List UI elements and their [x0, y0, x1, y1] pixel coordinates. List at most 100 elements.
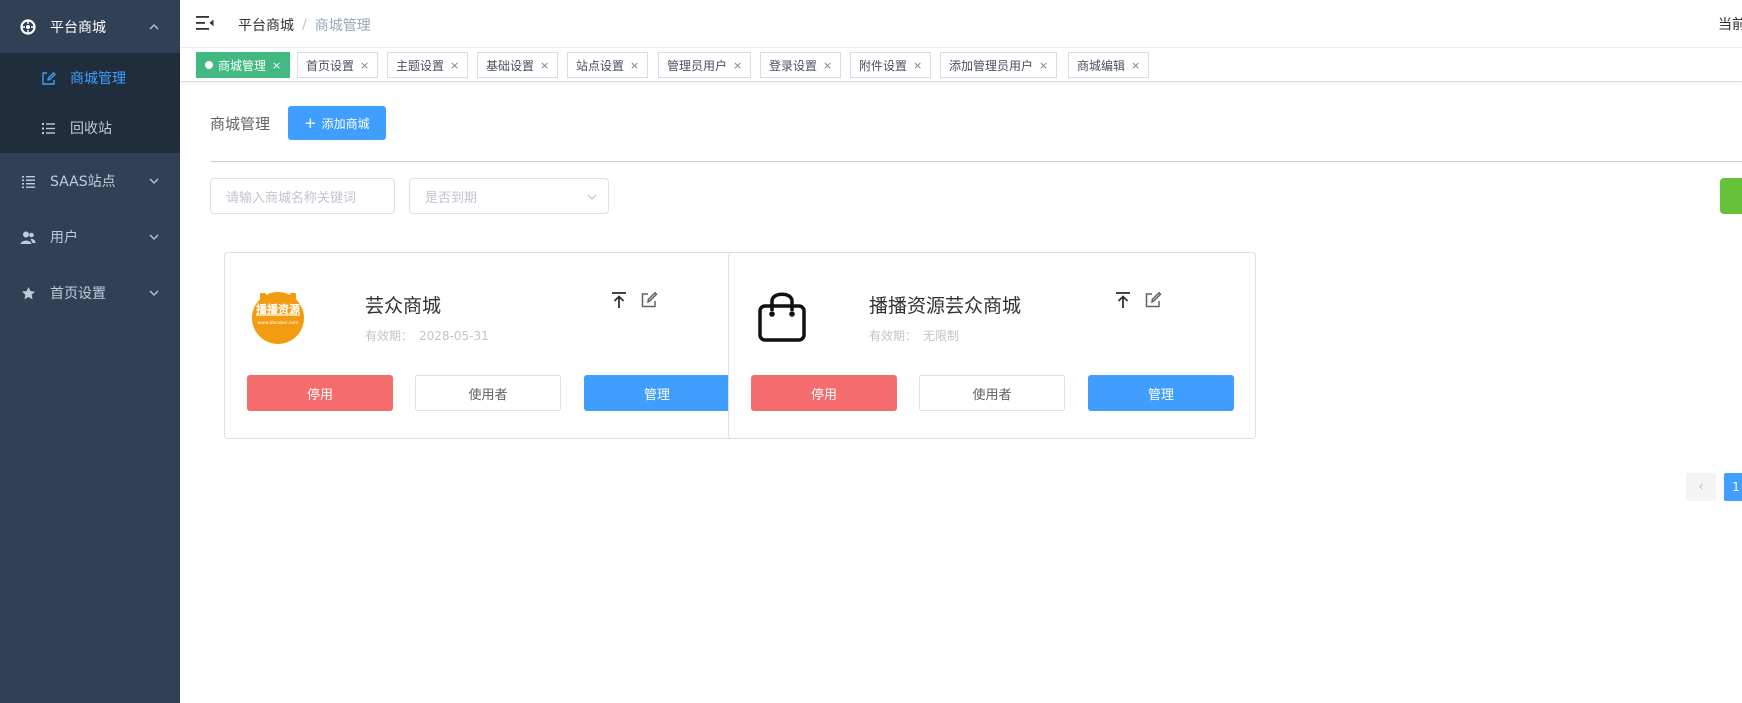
- close-icon[interactable]: ×: [360, 59, 369, 72]
- expiry-label: 有效期：: [365, 329, 414, 343]
- sidebar: 平台商城 商城管理 回收站 SAAS站点 用户 首页设置: [0, 0, 180, 703]
- page-title: 商城管理: [210, 114, 271, 133]
- expiry-label: 有效期：: [869, 329, 918, 343]
- divider: [210, 161, 1742, 162]
- breadcrumb-separator: /: [302, 17, 307, 33]
- menu-fold-icon[interactable]: [196, 14, 214, 32]
- manage-button[interactable]: 管理: [584, 375, 730, 411]
- aperture-icon: [20, 18, 36, 35]
- chevron-up-icon: [149, 23, 159, 29]
- navbar: 平台商城 / 商城管理 当前: [180, 0, 1742, 48]
- close-icon[interactable]: ×: [1131, 59, 1140, 72]
- disable-button[interactable]: 停用: [751, 375, 897, 411]
- breadcrumb: 平台商城 / 商城管理: [238, 15, 371, 35]
- tag-admin-users[interactable]: 管理员用户 ×: [658, 52, 752, 78]
- sidebar-item-mall-management[interactable]: 商城管理: [0, 53, 180, 103]
- tag-label: 登录设置: [769, 58, 818, 73]
- close-icon[interactable]: ×: [733, 59, 742, 72]
- plus-icon: +: [304, 114, 317, 132]
- users-button[interactable]: 使用者: [919, 375, 1065, 411]
- close-icon[interactable]: ×: [272, 59, 281, 72]
- tag-label: 附件设置: [859, 58, 908, 73]
- star-icon: [20, 285, 36, 301]
- mall-name: 播播资源芸众商城: [869, 295, 1022, 317]
- users-button[interactable]: 使用者: [415, 375, 561, 411]
- app: 平台商城 商城管理 回收站 SAAS站点 用户 首页设置 平台商城 / 商城管理…: [0, 0, 1742, 703]
- tag-mall-edit[interactable]: 商城编辑 ×: [1068, 52, 1150, 78]
- search-button[interactable]: [1720, 178, 1742, 214]
- list-icon: [20, 173, 36, 189]
- edit-icon[interactable]: [640, 291, 658, 309]
- tag-label: 添加管理员用户: [949, 58, 1034, 73]
- expiry-value: 无限制: [923, 329, 960, 343]
- page-header: 商城管理 + 添加商城: [210, 106, 386, 140]
- sidebar-item-label: 平台商城: [50, 19, 106, 36]
- mall-card: 播播资源 www.bbsuber.com 芸众商城 有效期： 2028-05-31…: [224, 252, 752, 439]
- sidebar-item-users[interactable]: 用户: [0, 209, 180, 265]
- page-number-button[interactable]: 1: [1724, 473, 1742, 501]
- sidebar-item-saas-site[interactable]: SAAS站点: [0, 153, 180, 209]
- brand-logo-icon: 播播资源 www.bbsuber.com: [249, 287, 307, 345]
- close-icon[interactable]: ×: [450, 59, 459, 72]
- chevron-down-icon: [587, 194, 597, 200]
- add-mall-button[interactable]: + 添加商城: [288, 106, 386, 140]
- chevron-down-icon: [149, 178, 159, 184]
- disable-button[interactable]: 停用: [247, 375, 393, 411]
- sidebar-item-label: 首页设置: [50, 286, 106, 302]
- sidebar-item-home-settings[interactable]: 首页设置: [0, 265, 180, 321]
- prev-page-button[interactable]: ‹: [1686, 473, 1716, 501]
- sidebar-item-recycle-bin[interactable]: 回收站: [0, 103, 180, 153]
- logo-subtext: www.bbsuber.com: [257, 320, 298, 326]
- tag-login-settings[interactable]: 登录设置 ×: [760, 52, 842, 78]
- tag-label: 基础设置: [486, 58, 535, 73]
- tag-mall-management[interactable]: 商城管理 ×: [196, 52, 291, 78]
- tag-theme-settings[interactable]: 主题设置 ×: [387, 52, 469, 78]
- tag-home-settings[interactable]: 首页设置 ×: [297, 52, 379, 78]
- tag-attachment-settings[interactable]: 附件设置 ×: [850, 52, 932, 78]
- edit-icon: [40, 70, 56, 86]
- tag-label: 管理员用户: [667, 58, 728, 73]
- close-icon[interactable]: ×: [913, 59, 922, 72]
- tag-label: 主题设置: [396, 58, 445, 73]
- tag-label: 首页设置: [306, 58, 355, 73]
- sidebar-item-platform-mall[interactable]: 平台商城: [0, 0, 180, 53]
- current-user-text[interactable]: 当前: [1718, 14, 1742, 34]
- expiry-value: 2028-05-31: [419, 329, 489, 343]
- add-mall-label: 添加商城: [321, 116, 370, 131]
- manage-button[interactable]: 管理: [1088, 375, 1234, 411]
- mall-expiry: 有效期： 2028-05-31: [365, 327, 489, 344]
- close-icon[interactable]: ×: [823, 59, 832, 72]
- sidebar-item-label: 回收站: [70, 121, 112, 137]
- tag-label: 商城管理: [218, 58, 267, 73]
- sidebar-item-label: SAAS站点: [50, 174, 116, 190]
- chevron-down-icon: [149, 234, 159, 240]
- tag-label: 商城编辑: [1077, 58, 1126, 73]
- close-icon[interactable]: ×: [1039, 59, 1048, 72]
- mall-expiry: 有效期： 无限制: [869, 327, 959, 344]
- search-input[interactable]: 请输入商城名称关键词: [210, 178, 395, 214]
- edit-icon[interactable]: [1144, 291, 1162, 309]
- upload-icon[interactable]: [1114, 291, 1132, 309]
- breadcrumb-item-platform-mall[interactable]: 平台商城: [238, 15, 294, 35]
- submenu-platform-mall: 商城管理 回收站: [0, 53, 180, 153]
- breadcrumb-item-current: 商城管理: [314, 18, 371, 34]
- tag-site-settings[interactable]: 站点设置 ×: [567, 52, 649, 78]
- tag-basic-settings[interactable]: 基础设置 ×: [477, 52, 559, 78]
- sidebar-item-label: 用户: [50, 230, 78, 246]
- expired-select[interactable]: 是否到期: [409, 178, 609, 214]
- user-icon: [20, 229, 36, 245]
- chevron-down-icon: [149, 290, 159, 296]
- main-content: 商城管理 + 添加商城 请输入商城名称关键词 是否到期 播播资源 www.bbs…: [180, 82, 1742, 703]
- upload-icon[interactable]: [610, 291, 628, 309]
- logo-text: 播播资源: [256, 302, 300, 316]
- tags-view: 商城管理 × 首页设置 × 主题设置 × 基础设置 × 站点设置 × 管理员用户…: [180, 48, 1742, 82]
- mall-name: 芸众商城: [365, 295, 442, 317]
- list-icon: [40, 120, 56, 136]
- active-dot-icon: [205, 61, 213, 69]
- shopping-bag-icon: [753, 287, 811, 345]
- close-icon[interactable]: ×: [540, 59, 549, 72]
- close-icon[interactable]: ×: [630, 59, 639, 72]
- tag-label: 站点设置: [576, 58, 625, 73]
- tag-add-admin-user[interactable]: 添加管理员用户 ×: [940, 52, 1058, 78]
- search-placeholder: 请输入商城名称关键词: [226, 190, 357, 206]
